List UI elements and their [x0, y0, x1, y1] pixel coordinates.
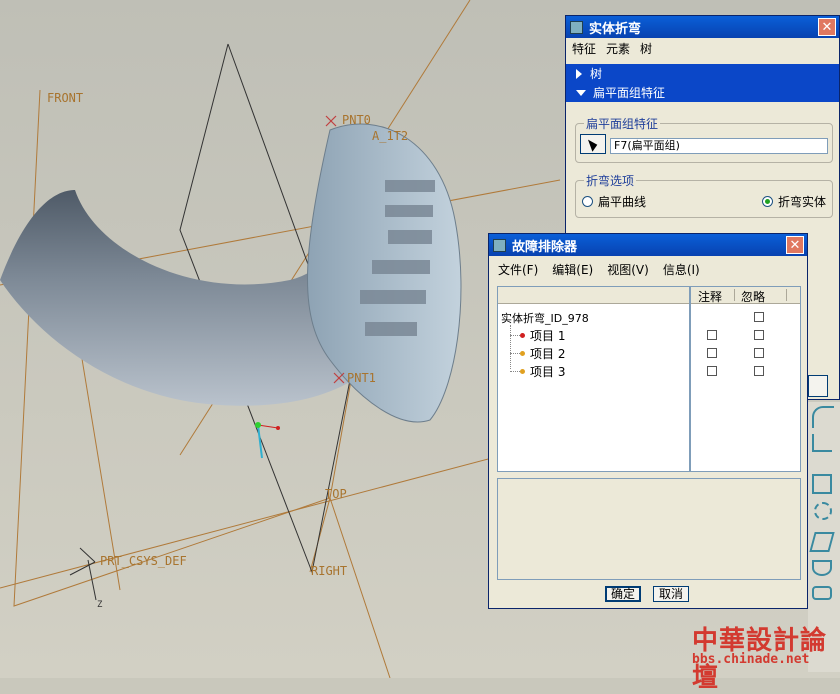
tool-icon-7[interactable]	[812, 586, 832, 600]
bend-options-group: 折弯选项 扁平曲线 折弯实体	[575, 172, 833, 218]
status-dot-icon	[520, 350, 525, 356]
tool-icon-3[interactable]	[812, 474, 832, 494]
nav-row-tree-label: 树	[590, 67, 603, 81]
cursor-arrow-icon	[587, 137, 600, 152]
status-dot-icon	[520, 368, 525, 374]
status-dot-icon	[520, 332, 525, 338]
menu-edit[interactable]: 编辑(E)	[552, 261, 593, 278]
partial-hidden-button[interactable]	[808, 375, 828, 397]
nav-row-quilt-label: 扁平面组特征	[593, 86, 666, 100]
watermark-url: bbs.chinade.net	[692, 652, 810, 667]
quilt-reference-field[interactable]: F7(扁平面组)	[610, 138, 828, 154]
menu-tree[interactable]: 树	[640, 40, 652, 57]
menu-info[interactable]: 信息(I)	[663, 261, 700, 278]
message-panel[interactable]	[497, 478, 801, 580]
radio-flat-curve[interactable]: 扁平曲线	[582, 193, 646, 210]
troubleshooter-title: 故障排除器	[512, 239, 578, 255]
nav-row-tree[interactable]: 树	[566, 64, 839, 83]
datum-label-axis: A_1T2	[372, 129, 408, 143]
watermark: 中華設計論壇 bbs.chinade.net	[684, 620, 836, 693]
datum-label-csys: PRT_CSYS_DEF	[100, 554, 187, 568]
note-checkbox-2[interactable]	[707, 348, 717, 358]
tree-item-3-label: 项目 3	[530, 364, 566, 379]
tree-root[interactable]: 实体折弯_ID_978	[501, 310, 589, 326]
menu-feature[interactable]: 特征	[572, 40, 596, 57]
radio-bend-solid[interactable]: 折弯实体	[762, 193, 826, 210]
column-header-ignore[interactable]: 忽略	[741, 288, 765, 305]
tree-item-2-label: 项目 2	[530, 346, 566, 361]
radio-flat-curve-label: 扁平曲线	[598, 195, 647, 209]
tree-item-1[interactable]: 项目 1	[510, 327, 565, 343]
menu-element[interactable]: 元素	[606, 40, 630, 57]
nav-row-quilt[interactable]: 扁平面组特征	[566, 83, 839, 102]
tree-item-2[interactable]: 项目 2	[510, 345, 565, 361]
window-icon	[570, 20, 583, 34]
troubleshooter-menubar: 文件(F) 编辑(E) 视图(V) 信息(I)	[489, 259, 807, 279]
close-icon[interactable]: ✕	[786, 236, 804, 254]
column-header-note[interactable]: 注释	[698, 288, 722, 305]
tree-item-1-label: 项目 1	[530, 328, 566, 343]
tree-splitter[interactable]	[689, 287, 691, 471]
tree-item-3[interactable]: 项目 3	[510, 363, 565, 379]
ok-button[interactable]: 确定	[605, 586, 641, 602]
radio-bend-solid-label: 折弯实体	[778, 195, 827, 209]
radio-flat-curve-circle	[582, 196, 593, 207]
expand-down-icon	[576, 89, 586, 96]
solid-bend-menubar: 特征 元素 树	[566, 38, 839, 58]
quilt-group: 扁平面组特征 F7(扁平面组)	[575, 115, 833, 163]
ignore-checkbox-root[interactable]	[754, 312, 764, 322]
tool-icon-4[interactable]	[814, 502, 832, 520]
troubleshooter-titlebar[interactable]: 故障排除器 ✕	[489, 234, 807, 256]
solid-bend-title: 实体折弯	[589, 21, 642, 37]
troubleshooter-tree-panel[interactable]: 注释 忽略 实体折弯_ID_978 项目 1 项目 2 项目 3	[497, 286, 801, 472]
tool-icon-1[interactable]	[812, 406, 834, 428]
menu-view[interactable]: 视图(V)	[607, 261, 649, 278]
column-header-row: 注释 忽略	[498, 287, 800, 304]
ignore-checkbox-1[interactable]	[754, 330, 764, 340]
close-icon[interactable]: ✕	[818, 18, 836, 36]
tool-icon-5[interactable]	[809, 532, 835, 552]
radio-bend-solid-circle	[762, 196, 773, 207]
datum-label-pnt1: PNT1	[347, 371, 376, 385]
cancel-button[interactable]: 取消	[653, 586, 689, 602]
bend-options-label: 折弯选项	[584, 172, 637, 189]
troubleshooter-dialog: 故障排除器 ✕ 文件(F) 编辑(E) 视图(V) 信息(I) 注释 忽略 实体…	[488, 233, 808, 609]
menu-file[interactable]: 文件(F)	[498, 261, 538, 278]
expand-right-icon	[576, 68, 582, 79]
ignore-checkbox-3[interactable]	[754, 366, 764, 376]
select-arrow-button[interactable]	[580, 134, 606, 154]
datum-label-front: FRONT	[47, 91, 83, 105]
quilt-group-label: 扁平面组特征	[584, 115, 661, 132]
datum-label-top: TOP	[325, 487, 347, 501]
ignore-checkbox-2[interactable]	[754, 348, 764, 358]
solid-bend-titlebar[interactable]: 实体折弯 ✕	[566, 16, 839, 38]
tool-icon-6[interactable]	[812, 560, 832, 576]
datum-label-right: RIGHT	[311, 564, 347, 578]
window-icon	[493, 238, 506, 252]
datum-label-pnt0: PNT0	[342, 113, 371, 127]
note-checkbox-3[interactable]	[707, 366, 717, 376]
csys-z-label: Z	[97, 600, 103, 610]
note-checkbox-1[interactable]	[707, 330, 717, 340]
tool-icon-2[interactable]	[812, 434, 832, 452]
